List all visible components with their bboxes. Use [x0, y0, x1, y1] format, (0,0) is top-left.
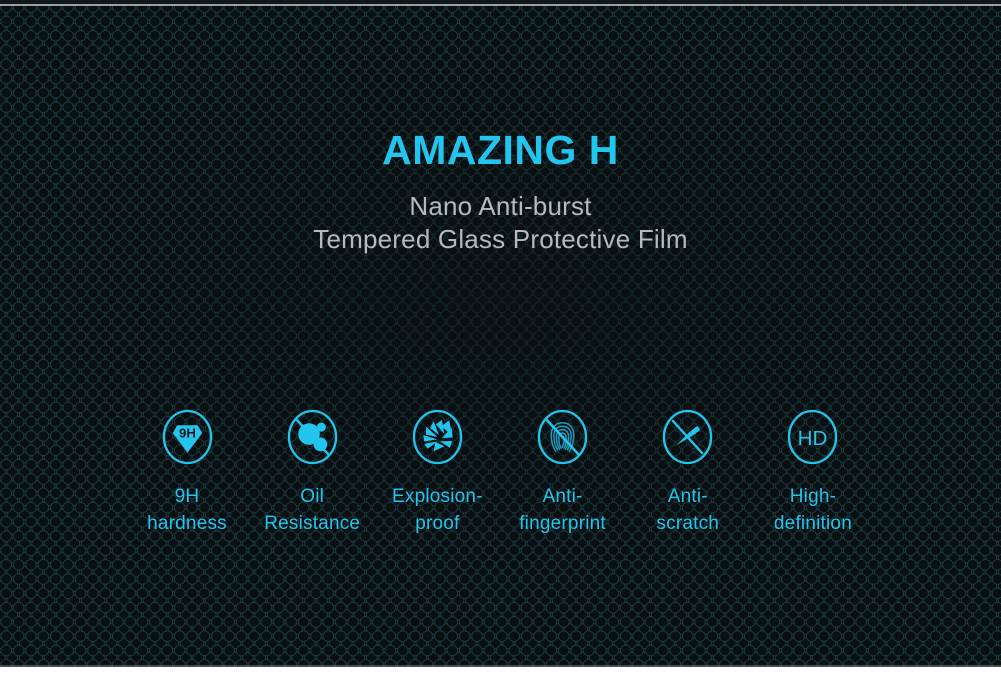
- subtitle-line-2: Tempered Glass Protective Film: [313, 224, 688, 255]
- oil-droplet-blocked-icon: [287, 409, 337, 465]
- feature-label-line-1: Anti-: [542, 486, 583, 507]
- feature-item-explosion-proof: Explosion- proof: [375, 406, 499, 538]
- feature-item-high-definition: HD High- definition: [751, 406, 875, 538]
- heading-block: AMAZING H Nano Anti-burst Tempered Glass…: [0, 0, 1001, 257]
- feature-label-line-1: 9H: [174, 486, 200, 507]
- feature-label-line-1: Oil: [300, 486, 325, 507]
- svg-text:HD: HD: [798, 427, 828, 450]
- feature-label-line-2: definition: [773, 512, 852, 534]
- subtitle-line-1: Nano Anti-burst: [409, 191, 592, 222]
- feature-item-9h-hardness: 9H 9H hardness: [125, 406, 249, 538]
- bottom-divider-rule: [0, 665, 1001, 667]
- feature-label-line-1: High-: [789, 486, 837, 507]
- page-title: AMAZING H: [382, 127, 619, 173]
- knife-scratch-blocked-icon: [663, 409, 713, 465]
- feature-label-anti-fingerprint: Anti- fingerprint: [501, 484, 625, 538]
- feature-label-anti-scratch: Anti- scratch: [626, 484, 750, 538]
- feature-label-oil-resistance: Oil Resistance: [250, 484, 374, 538]
- svg-text:9H: 9H: [179, 425, 196, 440]
- feature-label-line-2: scratch: [656, 512, 720, 534]
- shatter-burst-icon: [412, 409, 463, 465]
- feature-label-9h-hardness: 9H hardness: [125, 484, 249, 538]
- feature-item-anti-fingerprint: Anti- fingerprint: [501, 406, 625, 538]
- feature-item-oil-resistance: Oil Resistance: [250, 406, 374, 538]
- product-banner: AMAZING H Nano Anti-burst Tempered Glass…: [0, 0, 1001, 667]
- fingerprint-blocked-icon: [537, 409, 588, 465]
- feature-label-high-definition: High- definition: [751, 484, 875, 538]
- feature-label-line-2: proof: [415, 512, 460, 534]
- feature-list: 9H 9H hardness Oil Resistance Explosion-…: [125, 406, 875, 538]
- feature-label-line-2: hardness: [147, 512, 227, 534]
- feature-label-line-2: fingerprint: [519, 512, 606, 534]
- 9h-diamond-icon: 9H: [162, 409, 212, 465]
- feature-label-line-1: Anti-: [667, 486, 708, 507]
- feature-label-line-2: Resistance: [264, 512, 361, 534]
- feature-label-explosion-proof: Explosion- proof: [375, 484, 499, 538]
- hd-icon: HD: [788, 409, 838, 465]
- feature-label-line-1: Explosion-: [392, 486, 483, 507]
- feature-item-anti-scratch: Anti- scratch: [626, 406, 750, 538]
